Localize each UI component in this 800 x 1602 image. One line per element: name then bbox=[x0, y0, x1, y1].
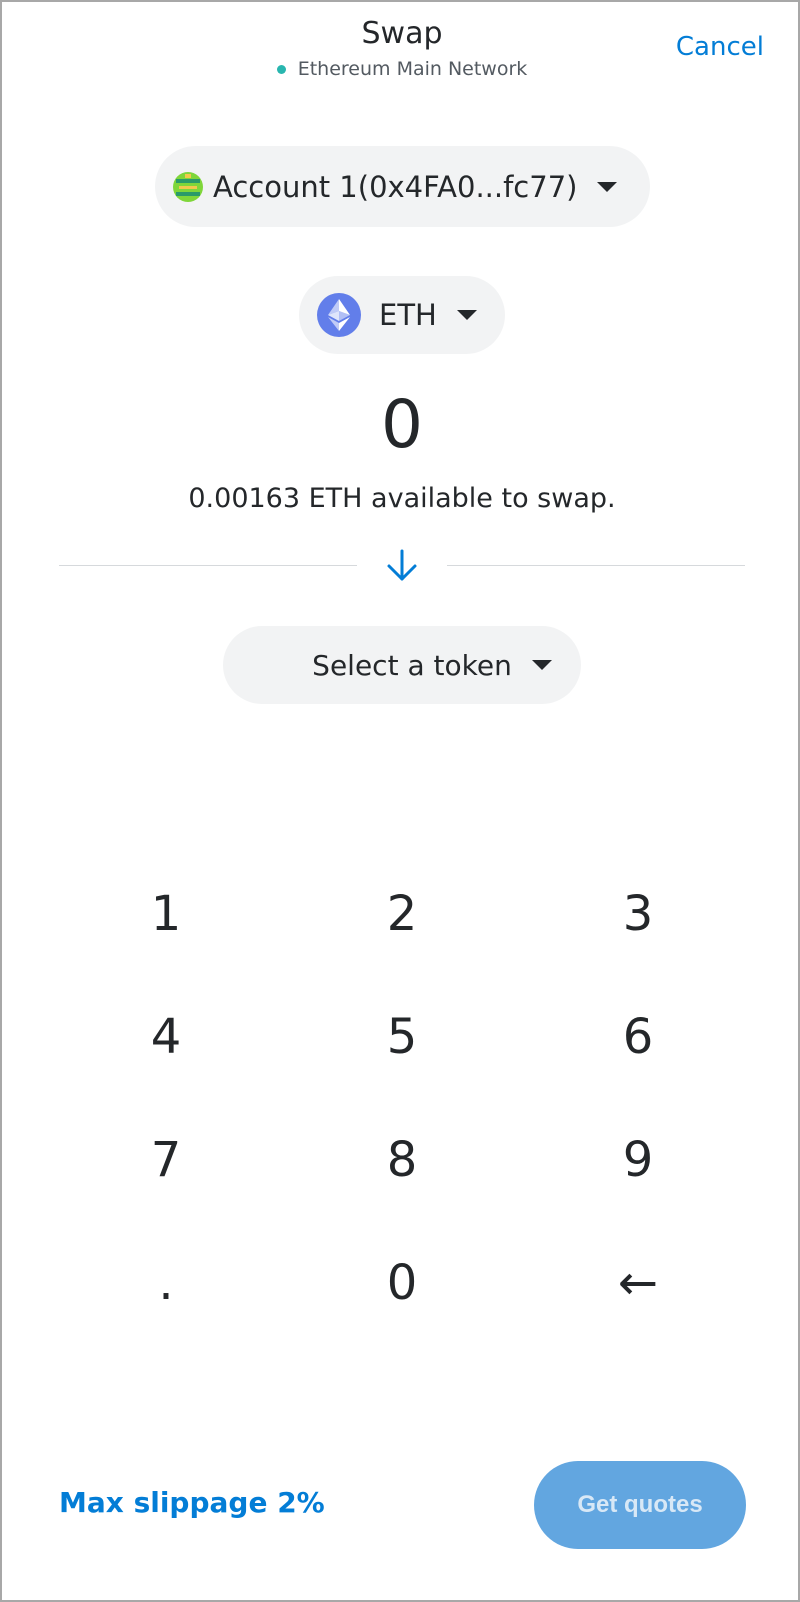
chevron-down-icon bbox=[456, 310, 477, 320]
select-token-label: Select a token bbox=[312, 648, 512, 682]
keypad-key-8[interactable]: 8 bbox=[284, 1098, 520, 1221]
backspace-icon[interactable]: ← bbox=[520, 1221, 756, 1344]
account-label: Account 1(0x4FA0...fc77) bbox=[213, 169, 578, 204]
account-selector[interactable]: Account 1(0x4FA0...fc77) bbox=[155, 146, 650, 227]
identicon-avatar-icon bbox=[173, 171, 203, 202]
keypad-key-3[interactable]: 3 bbox=[520, 852, 756, 975]
chevron-down-icon bbox=[597, 181, 618, 192]
keypad-key-5[interactable]: 5 bbox=[284, 975, 520, 1098]
keypad-key-1[interactable]: 1 bbox=[48, 852, 284, 975]
app-frame: Swap Ethereum Main Network Cancel Accoun… bbox=[0, 0, 800, 1602]
keypad-key-6[interactable]: 6 bbox=[520, 975, 756, 1098]
keypad-key-0[interactable]: 0 bbox=[284, 1221, 520, 1344]
network-label: Ethereum Main Network bbox=[297, 58, 528, 80]
keypad-key-9[interactable]: 9 bbox=[520, 1098, 756, 1221]
source-token-selector[interactable]: ETH bbox=[299, 276, 505, 354]
numeric-keypad: 1 2 3 4 5 6 7 8 9 . 0 ← bbox=[48, 852, 756, 1344]
cancel-button[interactable]: Cancel bbox=[676, 32, 764, 62]
keypad-key-4[interactable]: 4 bbox=[48, 975, 284, 1098]
destination-token-selector[interactable]: Select a token bbox=[223, 626, 581, 704]
keypad-key-7[interactable]: 7 bbox=[48, 1098, 284, 1221]
divider bbox=[59, 565, 357, 566]
keypad-key-2[interactable]: 2 bbox=[284, 852, 520, 975]
ethereum-icon bbox=[317, 293, 361, 337]
arrow-down-icon[interactable] bbox=[382, 546, 422, 586]
chevron-down-icon bbox=[531, 660, 552, 670]
network-status-dot bbox=[276, 64, 286, 74]
keypad-key-decimal[interactable]: . bbox=[48, 1221, 284, 1344]
source-token-symbol: ETH bbox=[379, 298, 437, 332]
max-slippage-link[interactable]: Max slippage 2% bbox=[59, 1486, 325, 1519]
available-balance-text: 0.00163 ETH available to swap. bbox=[188, 483, 616, 514]
amount-display: 0 bbox=[381, 386, 423, 463]
get-quotes-button[interactable]: Get quotes bbox=[534, 1461, 746, 1549]
divider bbox=[447, 565, 745, 566]
